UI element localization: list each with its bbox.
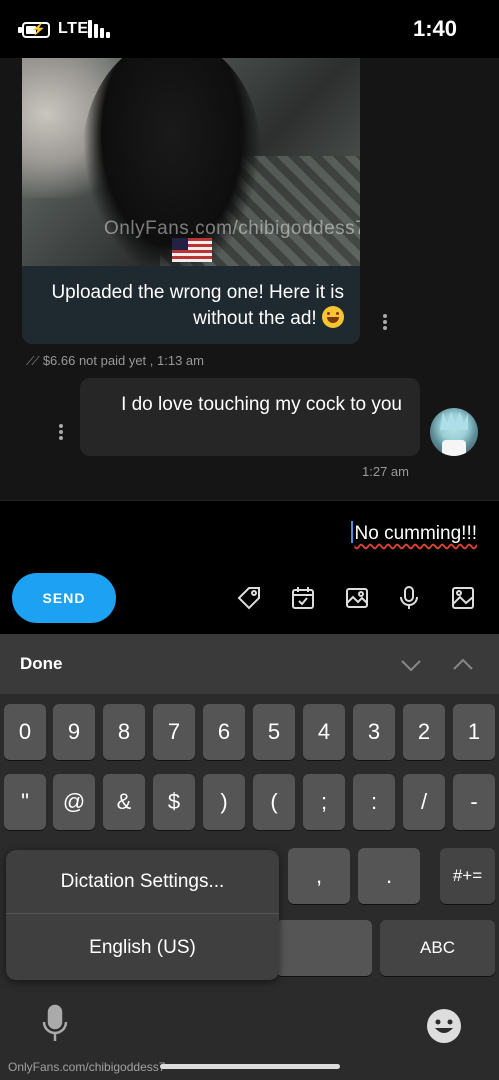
incoming-message-meta: ⟋⟋ $6.66 not paid yet , 1:13 am (26, 353, 204, 368)
calendar-icon[interactable] (290, 585, 316, 611)
key-9[interactable]: 9 (53, 704, 95, 760)
key-7[interactable]: 7 (153, 704, 195, 760)
composer: No cumming!!! SEND (0, 500, 499, 634)
key-close-paren[interactable]: ) (203, 774, 245, 830)
status-bar: ⚡ LTE 1:40 (0, 0, 499, 58)
key-quote[interactable]: " (4, 774, 46, 830)
microphone-icon[interactable] (396, 585, 422, 611)
network-type: LTE (58, 20, 89, 37)
outgoing-message-bubble[interactable]: I do love touching my cock to you (80, 378, 420, 456)
battery-icon: ⚡ (22, 22, 50, 38)
chat-thread[interactable]: OnlyFans.com/chibigoddess7 Uploaded the … (0, 58, 499, 500)
chevron-up-icon[interactable] (450, 652, 476, 678)
done-button[interactable]: Done (20, 654, 63, 674)
dictation-popup: Dictation Settings... English (US) (6, 850, 279, 980)
key-ampersand[interactable]: & (103, 774, 145, 830)
tag-icon[interactable] (236, 585, 262, 611)
dictation-mic-icon[interactable] (40, 1004, 70, 1044)
key-dash[interactable]: - (453, 774, 495, 830)
key-period[interactable]: . (358, 848, 420, 904)
key-comma[interactable]: , (288, 848, 350, 904)
key-1[interactable]: 1 (453, 704, 495, 760)
key-more-symbols[interactable]: #+= (440, 848, 495, 904)
key-2[interactable]: 2 (403, 704, 445, 760)
key-dollar[interactable]: $ (153, 774, 195, 830)
text-caret (350, 521, 353, 543)
key-6[interactable]: 6 (203, 704, 245, 760)
key-semicolon[interactable]: ; (303, 774, 345, 830)
incoming-message-text: Uploaded the wrong one! Here it is witho… (51, 282, 344, 329)
space-key[interactable] (276, 920, 372, 976)
key-at[interactable]: @ (53, 774, 95, 830)
home-indicator[interactable] (160, 1064, 340, 1069)
key-5[interactable]: 5 (253, 704, 295, 760)
smile-emoji-icon (322, 306, 344, 328)
photo-watermark: OnlyFans.com/chibigoddess7 (104, 218, 360, 239)
bottom-watermark: OnlyFans.com/chibigoddess7 (8, 1060, 166, 1074)
send-button[interactable]: SEND (12, 573, 116, 623)
read-ticks-icon: ⟋⟋ (26, 354, 40, 368)
key-colon[interactable]: : (353, 774, 395, 830)
outgoing-more-icon[interactable] (58, 424, 64, 442)
dictation-settings-item[interactable]: Dictation Settings... (6, 850, 279, 914)
message-input[interactable]: No cumming!!! (0, 521, 499, 551)
flag-patch (172, 238, 212, 262)
dictation-language-item[interactable]: English (US) (6, 916, 279, 980)
outgoing-message-time: 1:27 am (362, 464, 409, 479)
chevron-down-icon[interactable] (398, 652, 424, 678)
key-open-paren[interactable]: ( (253, 774, 295, 830)
key-8[interactable]: 8 (103, 704, 145, 760)
outgoing-message-text: I do love touching my cock to you (121, 394, 402, 415)
avatar[interactable] (430, 408, 478, 456)
emoji-icon[interactable] (426, 1008, 462, 1044)
key-3[interactable]: 3 (353, 704, 395, 760)
message-photo[interactable]: OnlyFans.com/chibigoddess7 (22, 58, 360, 266)
keyboard-toolbar: Done (0, 634, 499, 694)
key-4[interactable]: 4 (303, 704, 345, 760)
image-icon[interactable] (344, 585, 370, 611)
signal-icon (88, 20, 110, 38)
photo-icon[interactable] (450, 585, 476, 611)
incoming-message-bubble[interactable]: Uploaded the wrong one! Here it is witho… (22, 266, 360, 344)
key-slash[interactable]: / (403, 774, 445, 830)
clock: 1:40 (412, 16, 457, 41)
abc-key[interactable]: ABC (380, 920, 495, 976)
key-0[interactable]: 0 (4, 704, 46, 760)
incoming-more-icon[interactable] (382, 314, 388, 332)
